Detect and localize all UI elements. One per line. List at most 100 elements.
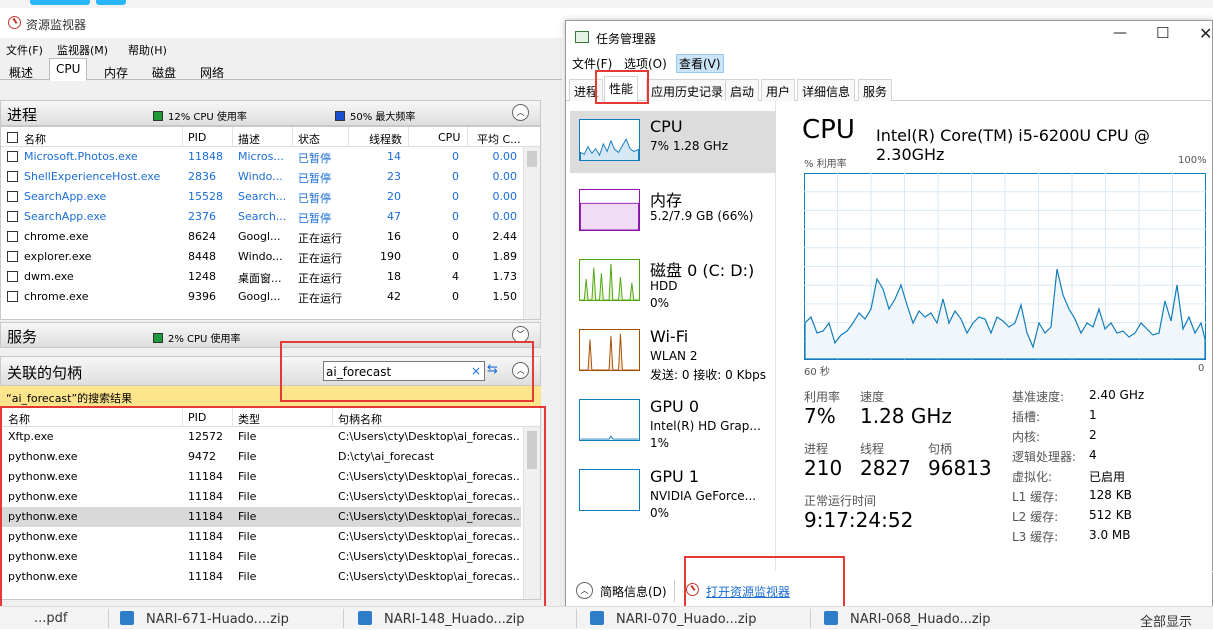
spec-label: 内核: <box>1012 430 1041 444</box>
process-row[interactable]: chrome.exe 9396 Googl... 正在运行 42 0 1.50 <box>1 287 521 307</box>
tab-network[interactable]: 网络 <box>193 60 231 80</box>
menu-monitor[interactable]: 监视器(M) <box>57 42 108 58</box>
disk-mini-graph <box>579 259 640 301</box>
spec-label: 逻辑处理器: <box>1012 450 1077 464</box>
brief-info-icon[interactable]: ︿ <box>576 582 593 599</box>
handles-value: 96813 <box>928 456 992 480</box>
taskbar-item-pdf[interactable]: ...pdf <box>34 611 67 626</box>
process-threads: 47 <box>387 210 401 223</box>
taskbar-item-zip-148[interactable]: NARI-148_Huado...zip <box>358 611 525 627</box>
col-pid[interactable]: PID <box>188 131 206 144</box>
tm-tab-startup[interactable]: 启动 <box>725 79 760 101</box>
col-cpu[interactable]: CPU <box>438 131 460 144</box>
taskbar-item-zip-070[interactable]: NARI-070_Huado...zip <box>590 611 757 627</box>
maximize-button[interactable]: ☐ <box>1156 24 1169 42</box>
col-status[interactable]: 状态 <box>298 131 320 147</box>
spec-value: 512 KB <box>1089 508 1132 522</box>
process-row[interactable]: chrome.exe 8624 Googl... 正在运行 16 0 2.44 <box>1 227 521 247</box>
process-checkbox[interactable] <box>7 171 18 182</box>
process-pid: 9396 <box>188 290 216 303</box>
tab-cpu[interactable]: CPU <box>49 58 88 81</box>
process-cpu: 0 <box>452 210 459 223</box>
sidebar-item-cpu[interactable]: CPU 7% 1.28 GHz <box>570 111 776 173</box>
process-row[interactable]: dwm.exe 1248 桌面窗... 正在运行 18 4 1.73 <box>1 267 521 287</box>
processes-scroll-thumb[interactable] <box>527 151 537 167</box>
process-checkbox[interactable] <box>7 251 18 262</box>
sidebar-cpu-sub: 7% 1.28 GHz <box>650 139 729 153</box>
process-row[interactable]: SearchApp.exe 15528 Search... 已暂停 20 0 0.00 <box>1 187 521 207</box>
close-button[interactable]: ✕ <box>1199 24 1212 43</box>
taskbar-show-all[interactable]: 全部显示 <box>1140 611 1192 630</box>
process-description: Windo... <box>238 170 283 183</box>
select-all-checkbox[interactable] <box>7 132 18 143</box>
spec-value: 3.0 MB <box>1089 528 1131 542</box>
processes-section-header[interactable]: 进程 12% CPU 使用率 50% 最大频率 ︿ <box>0 100 541 126</box>
col-description[interactable]: 描述 <box>238 131 260 147</box>
process-avg-cpu: 0.00 <box>492 190 518 203</box>
process-threads: 18 <box>387 270 401 283</box>
process-row[interactable]: SearchApp.exe 2376 Search... 已暂停 47 0 0.00 <box>1 207 521 227</box>
tm-tab-users[interactable]: 用户 <box>761 79 796 101</box>
annotation-box-performance-tab <box>595 70 649 104</box>
process-checkbox[interactable] <box>7 151 18 162</box>
tm-menu-view[interactable]: 查看(V) <box>676 54 724 73</box>
col-avg-cpu[interactable]: 平均 C... <box>477 131 521 147</box>
menu-file[interactable]: 文件(F) <box>6 42 43 58</box>
spec-value: 1 <box>1089 408 1097 422</box>
sidebar-cpu-name: CPU <box>650 117 683 136</box>
processes-count-value: 210 <box>804 456 843 480</box>
tab-memory[interactable]: 内存 <box>97 60 135 80</box>
process-checkbox[interactable] <box>7 291 18 302</box>
tm-tab-details[interactable]: 详细信息 <box>797 79 856 101</box>
tm-tab-services[interactable]: 服务 <box>858 79 893 101</box>
spec-label: L1 缓存: <box>1012 490 1059 504</box>
collapse-processes-button[interactable]: ︿ <box>512 104 529 121</box>
tm-tab-app-history[interactable]: 应用历史记录 <box>646 79 729 101</box>
process-name: ShellExperienceHost.exe <box>24 170 161 183</box>
process-cpu: 0 <box>452 230 459 243</box>
taskbar-item-zip-671[interactable]: NARI-671-Huado....zip <box>120 611 289 627</box>
process-cpu: 0 <box>452 170 459 183</box>
graph-axis-left: 60 秒 <box>804 367 830 378</box>
sidebar-item-wifi[interactable]: Wi-Fi WLAN 2 发送: 0 接收: 0 Kbps <box>570 321 776 383</box>
speed-label: 速度 <box>860 390 885 404</box>
brief-info-link[interactable]: 简略信息(D) <box>600 583 667 600</box>
process-status: 正在运行 <box>298 292 342 305</box>
process-description: Windo... <box>238 250 283 263</box>
sidebar-item-gpu0[interactable]: GPU 0 Intel(R) HD Grap... 1% <box>570 391 776 453</box>
process-checkbox[interactable] <box>7 231 18 242</box>
task-manager-window: 任务管理器 — ☐ ✕ 文件(F) 选项(O) 查看(V) 进程 性能 应用历史… <box>565 20 1213 615</box>
process-description: Search... <box>238 190 287 203</box>
uptime-value: 9:17:24:52 <box>804 508 914 532</box>
processes-scrollbar[interactable] <box>523 147 540 319</box>
tab-overview[interactable]: 概述 <box>2 60 40 80</box>
col-name[interactable]: 名称 <box>24 131 46 147</box>
sidebar-wifi-sub2: 发送: 0 接收: 0 Kbps <box>650 368 766 382</box>
taskbar-item-zip-068[interactable]: NARI-068_Huado...zip <box>824 611 991 627</box>
processes-cpu-usage: 12% CPU 使用率 <box>153 108 247 123</box>
resmon-menubar: 文件(F) 监视器(M) 帮助(H) <box>0 38 562 58</box>
process-row[interactable]: Microsoft.Photos.exe 11848 Micros... 已暂停 14 0… <box>1 147 521 167</box>
process-description: Googl... <box>238 290 281 303</box>
memory-mini-graph <box>579 189 640 231</box>
process-row[interactable]: ShellExperienceHost.exe 2836 Windo... 已暂停 23… <box>1 167 521 187</box>
sidebar-item-memory[interactable]: 内存 5.2/7.9 GB (66%) <box>570 181 776 243</box>
spec-value: 2.40 GHz <box>1089 388 1145 402</box>
sidebar-item-disk[interactable]: 磁盘 0 (C: D:) HDD 0% <box>570 251 776 313</box>
spec-label: 插槽: <box>1012 410 1041 424</box>
process-checkbox[interactable] <box>7 271 18 282</box>
sidebar-gpu1-sub1: NVIDIA GeForce... <box>650 489 757 503</box>
max-frequency-legend-icon <box>335 111 345 121</box>
sidebar-gpu1-sub2: 0% <box>650 506 670 520</box>
process-row[interactable]: explorer.exe 8448 Windo... 正在运行 190 0 1.89 <box>1 247 521 267</box>
process-checkbox[interactable] <box>7 191 18 202</box>
tab-disk[interactable]: 磁盘 <box>145 60 183 80</box>
sidebar-item-gpu1[interactable]: GPU 1 NVIDIA GeForce... 0% <box>570 461 776 523</box>
col-threads[interactable]: 线程数 <box>369 131 402 147</box>
sidebar-disk-name: 磁盘 0 (C: D:) <box>650 261 755 280</box>
menu-help[interactable]: 帮助(H) <box>128 42 167 58</box>
process-status: 已暂停 <box>298 152 331 165</box>
annotation-box-handles <box>0 406 546 608</box>
minimize-button[interactable]: — <box>1113 25 1127 41</box>
process-checkbox[interactable] <box>7 211 18 222</box>
